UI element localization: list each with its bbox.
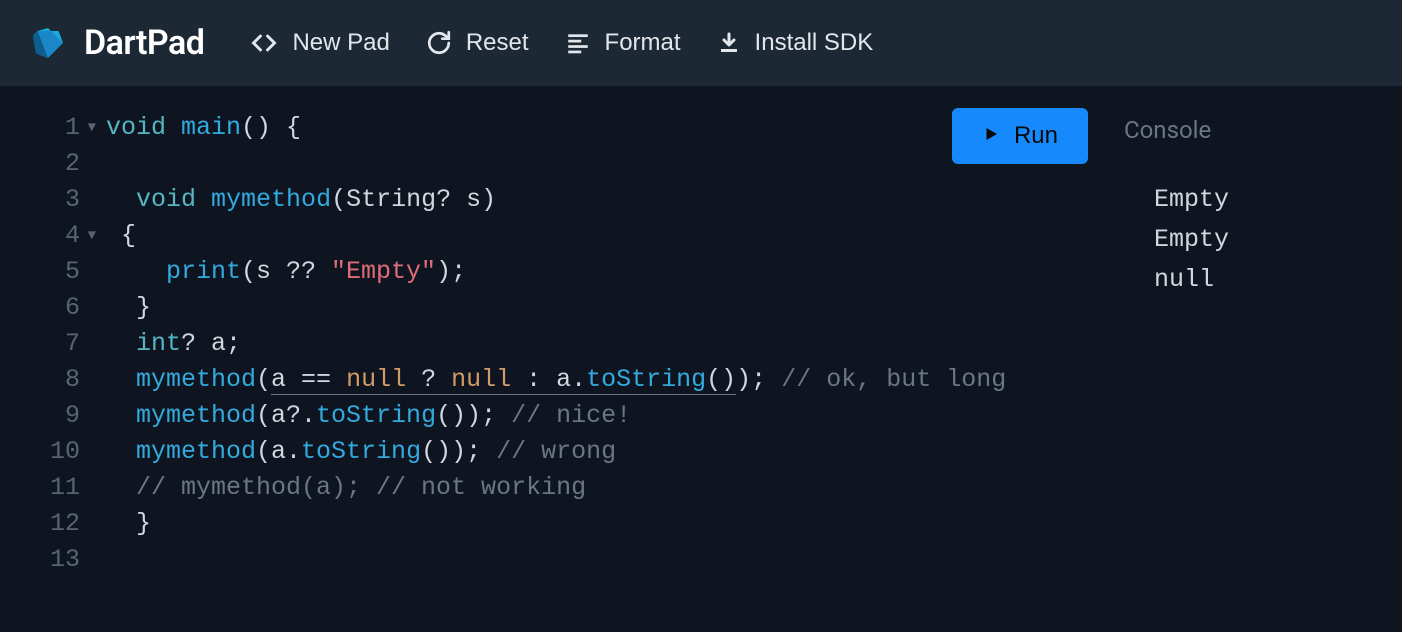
line-number: 13	[18, 542, 84, 578]
line-number: 8	[18, 362, 84, 398]
code-editor[interactable]: Run 1▼ void main() { 2 3 void mymethod(S…	[18, 96, 1104, 614]
code-line: 2	[18, 146, 1104, 182]
code-line: 3 void mymethod(String? s)	[18, 182, 1104, 218]
code-line: 8 mymethod(a == null ? null : a.toString…	[18, 362, 1104, 398]
refresh-icon	[426, 30, 452, 56]
console-line: Empty	[1154, 180, 1374, 220]
console-output: Empty Empty null	[1124, 180, 1374, 300]
line-number: 5	[18, 254, 84, 290]
new-pad-label: New Pad	[292, 29, 389, 57]
console-line: null	[1154, 260, 1374, 300]
logo-area: DartPad	[30, 23, 204, 63]
play-icon	[982, 122, 1000, 150]
code-line: 11 // mymethod(a); // not working	[18, 470, 1104, 506]
fold-icon[interactable]: ▼	[88, 110, 96, 146]
format-button[interactable]: Format	[565, 29, 681, 57]
format-icon	[565, 30, 591, 56]
header: DartPad New Pad Reset Format Install SDK	[0, 0, 1402, 86]
new-pad-button[interactable]: New Pad	[250, 29, 389, 57]
app-name: DartPad	[84, 23, 204, 63]
line-number: 12	[18, 506, 84, 542]
download-icon	[717, 31, 741, 55]
code-line: 13	[18, 542, 1104, 578]
code-line: 5 print(s ?? "Empty");	[18, 254, 1104, 290]
run-label: Run	[1014, 122, 1058, 150]
install-sdk-button[interactable]: Install SDK	[717, 29, 874, 57]
format-label: Format	[605, 29, 681, 57]
line-number: 4▼	[18, 218, 84, 254]
reset-label: Reset	[466, 29, 529, 57]
dart-logo-icon	[30, 25, 66, 61]
reset-button[interactable]: Reset	[426, 29, 529, 57]
line-number: 9	[18, 398, 84, 434]
code-line: 6 }	[18, 290, 1104, 326]
code-line: 9 mymethod(a?.toString()); // nice!	[18, 398, 1104, 434]
line-number: 3	[18, 182, 84, 218]
line-number: 6	[18, 290, 84, 326]
console-line: Empty	[1154, 220, 1374, 260]
line-number: 7	[18, 326, 84, 362]
line-number: 11	[18, 470, 84, 506]
fold-icon[interactable]: ▼	[88, 218, 96, 254]
line-number: 2	[18, 146, 84, 182]
line-number: 10	[18, 434, 84, 470]
code-line: 10 mymethod(a.toString()); // wrong	[18, 434, 1104, 470]
line-number: 1▼	[18, 110, 84, 146]
console-title: Console	[1124, 116, 1374, 144]
run-button[interactable]: Run	[952, 108, 1088, 164]
main-area: Run 1▼ void main() { 2 3 void mymethod(S…	[0, 86, 1402, 632]
code-line: 12 }	[18, 506, 1104, 542]
code-line: 1▼ void main() {	[18, 110, 1104, 146]
console-pane: Console Empty Empty null	[1114, 96, 1384, 614]
install-sdk-label: Install SDK	[755, 29, 874, 57]
code-line: 7 int? a;	[18, 326, 1104, 362]
code-line: 4▼ {	[18, 218, 1104, 254]
code-icon	[250, 29, 278, 57]
